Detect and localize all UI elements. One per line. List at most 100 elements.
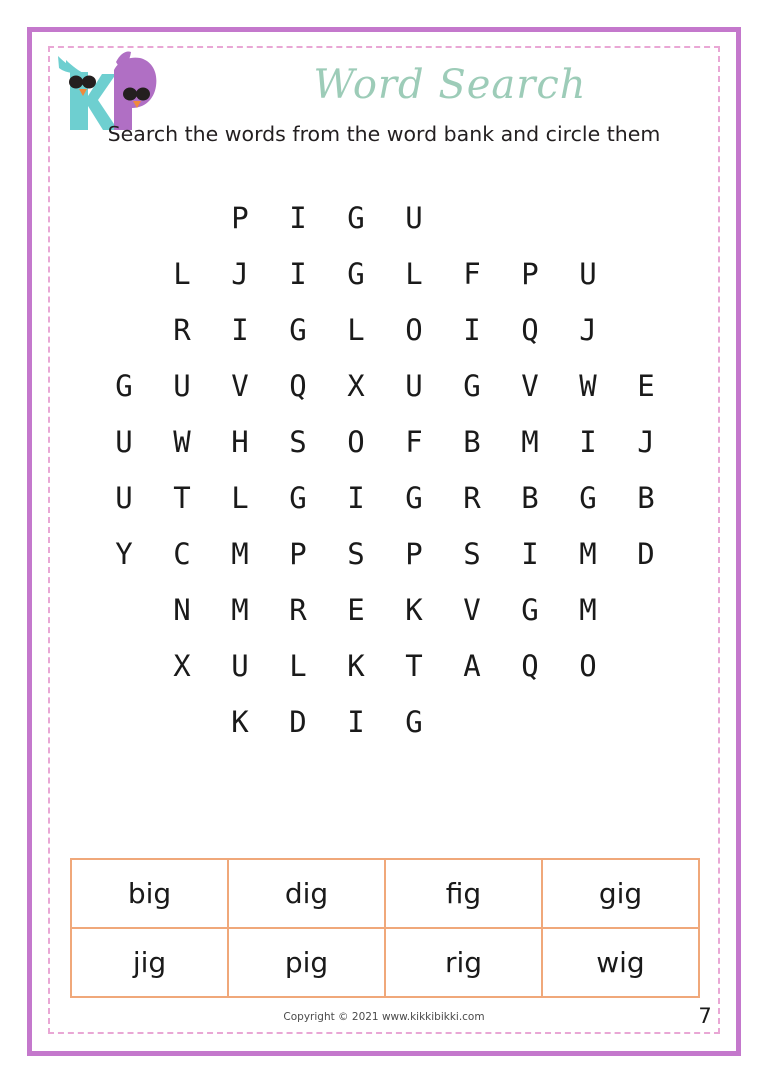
grid-cell[interactable]: O bbox=[385, 315, 443, 345]
grid-cell[interactable]: M bbox=[211, 539, 269, 569]
grid-cell[interactable]: D bbox=[269, 707, 327, 737]
grid-cell[interactable]: X bbox=[153, 651, 211, 681]
grid-cell[interactable]: J bbox=[617, 427, 675, 457]
grid-cell[interactable]: I bbox=[211, 315, 269, 345]
grid-cell[interactable]: R bbox=[269, 595, 327, 625]
grid-cell[interactable]: S bbox=[327, 539, 385, 569]
grid-cell[interactable]: Q bbox=[269, 371, 327, 401]
grid-cell[interactable]: U bbox=[211, 651, 269, 681]
grid-cell[interactable]: G bbox=[443, 371, 501, 401]
page-number: 7 bbox=[698, 1004, 712, 1028]
worksheet-page: Word Search Search the words from the wo… bbox=[0, 0, 768, 1083]
grid-cell[interactable]: I bbox=[327, 483, 385, 513]
grid-cell[interactable]: L bbox=[327, 315, 385, 345]
grid-cell[interactable]: Q bbox=[501, 315, 559, 345]
grid-cell[interactable]: R bbox=[443, 483, 501, 513]
grid-cell[interactable]: E bbox=[327, 595, 385, 625]
grid-cell[interactable]: P bbox=[385, 539, 443, 569]
grid-cell[interactable]: M bbox=[559, 539, 617, 569]
grid-cell[interactable]: J bbox=[559, 315, 617, 345]
grid-row: NMREKVGM bbox=[95, 582, 675, 638]
grid-row: KDIG bbox=[95, 694, 675, 750]
grid-cell[interactable]: W bbox=[153, 427, 211, 457]
grid-cell[interactable]: M bbox=[501, 427, 559, 457]
word-bank-cell[interactable]: gig bbox=[540, 858, 701, 929]
grid-cell[interactable]: U bbox=[385, 203, 443, 233]
grid-cell[interactable]: I bbox=[269, 259, 327, 289]
grid-cell[interactable]: N bbox=[153, 595, 211, 625]
grid-cell[interactable]: A bbox=[443, 651, 501, 681]
word-bank-cell[interactable]: rig bbox=[384, 927, 543, 998]
grid-cell[interactable]: U bbox=[95, 427, 153, 457]
word-bank-cell[interactable]: dig bbox=[227, 858, 386, 929]
grid-cell[interactable]: U bbox=[95, 483, 153, 513]
grid-row: YCMPSPSIMD bbox=[95, 526, 675, 582]
grid-cell[interactable]: K bbox=[211, 707, 269, 737]
grid-cell[interactable]: I bbox=[501, 539, 559, 569]
grid-cell[interactable]: W bbox=[559, 371, 617, 401]
grid-cell[interactable]: M bbox=[559, 595, 617, 625]
grid-cell[interactable]: H bbox=[211, 427, 269, 457]
grid-cell[interactable]: P bbox=[269, 539, 327, 569]
grid-cell[interactable]: L bbox=[269, 651, 327, 681]
grid-cell[interactable]: I bbox=[443, 315, 501, 345]
grid-cell[interactable]: I bbox=[269, 203, 327, 233]
grid-cell[interactable]: G bbox=[327, 203, 385, 233]
grid-cell[interactable]: T bbox=[385, 651, 443, 681]
grid-cell[interactable]: P bbox=[501, 259, 559, 289]
grid-row: XULKTAQO bbox=[95, 638, 675, 694]
word-bank-cell[interactable]: big bbox=[70, 858, 229, 929]
grid-cell[interactable]: L bbox=[385, 259, 443, 289]
grid-cell[interactable]: Y bbox=[95, 539, 153, 569]
grid-cell[interactable]: O bbox=[559, 651, 617, 681]
logo-k-bird-icon bbox=[58, 56, 118, 130]
grid-cell[interactable]: C bbox=[153, 539, 211, 569]
grid-cell[interactable]: V bbox=[443, 595, 501, 625]
grid-cell[interactable]: S bbox=[269, 427, 327, 457]
grid-cell[interactable]: M bbox=[211, 595, 269, 625]
grid-cell[interactable]: E bbox=[617, 371, 675, 401]
grid-cell[interactable]: X bbox=[327, 371, 385, 401]
grid-cell[interactable]: O bbox=[327, 427, 385, 457]
grid-cell[interactable]: D bbox=[617, 539, 675, 569]
grid-cell[interactable]: K bbox=[385, 595, 443, 625]
grid-cell[interactable]: L bbox=[211, 483, 269, 513]
grid-cell[interactable]: V bbox=[501, 371, 559, 401]
grid-cell[interactable]: L bbox=[153, 259, 211, 289]
grid-cell[interactable]: U bbox=[153, 371, 211, 401]
grid-cell[interactable]: S bbox=[443, 539, 501, 569]
grid-cell[interactable]: G bbox=[559, 483, 617, 513]
grid-cell[interactable]: P bbox=[211, 203, 269, 233]
instructions-text: Search the words from the word bank and … bbox=[107, 122, 661, 146]
grid-cell[interactable]: F bbox=[385, 427, 443, 457]
grid-cell[interactable]: G bbox=[95, 371, 153, 401]
grid-cell[interactable]: T bbox=[153, 483, 211, 513]
grid-cell[interactable]: G bbox=[385, 483, 443, 513]
grid-cell[interactable]: G bbox=[269, 315, 327, 345]
grid-cell[interactable]: I bbox=[559, 427, 617, 457]
grid-cell[interactable]: F bbox=[443, 259, 501, 289]
grid-cell[interactable]: I bbox=[327, 707, 385, 737]
grid-cell[interactable]: U bbox=[559, 259, 617, 289]
word-bank-cell[interactable]: pig bbox=[227, 927, 386, 998]
grid-cell[interactable]: B bbox=[443, 427, 501, 457]
grid-cell[interactable]: G bbox=[501, 595, 559, 625]
word-bank-row: big dig fig gig bbox=[70, 858, 701, 929]
grid-cell[interactable]: G bbox=[269, 483, 327, 513]
grid-cell[interactable]: U bbox=[385, 371, 443, 401]
word-bank-cell[interactable]: wig bbox=[540, 927, 701, 998]
grid-cell[interactable]: B bbox=[617, 483, 675, 513]
grid-cell[interactable]: V bbox=[211, 371, 269, 401]
copyright-text: Copyright © 2021 www.kikkibikki.com bbox=[283, 1011, 485, 1023]
grid-cell[interactable]: J bbox=[211, 259, 269, 289]
grid-row: UTLGIGRBGB bbox=[95, 470, 675, 526]
grid-cell[interactable]: G bbox=[327, 259, 385, 289]
grid-row: PIGU bbox=[95, 190, 675, 246]
word-bank-cell[interactable]: jig bbox=[70, 927, 229, 998]
grid-cell[interactable]: B bbox=[501, 483, 559, 513]
grid-cell[interactable]: G bbox=[385, 707, 443, 737]
word-bank-cell[interactable]: fig bbox=[384, 858, 543, 929]
grid-cell[interactable]: R bbox=[153, 315, 211, 345]
grid-cell[interactable]: K bbox=[327, 651, 385, 681]
grid-cell[interactable]: Q bbox=[501, 651, 559, 681]
